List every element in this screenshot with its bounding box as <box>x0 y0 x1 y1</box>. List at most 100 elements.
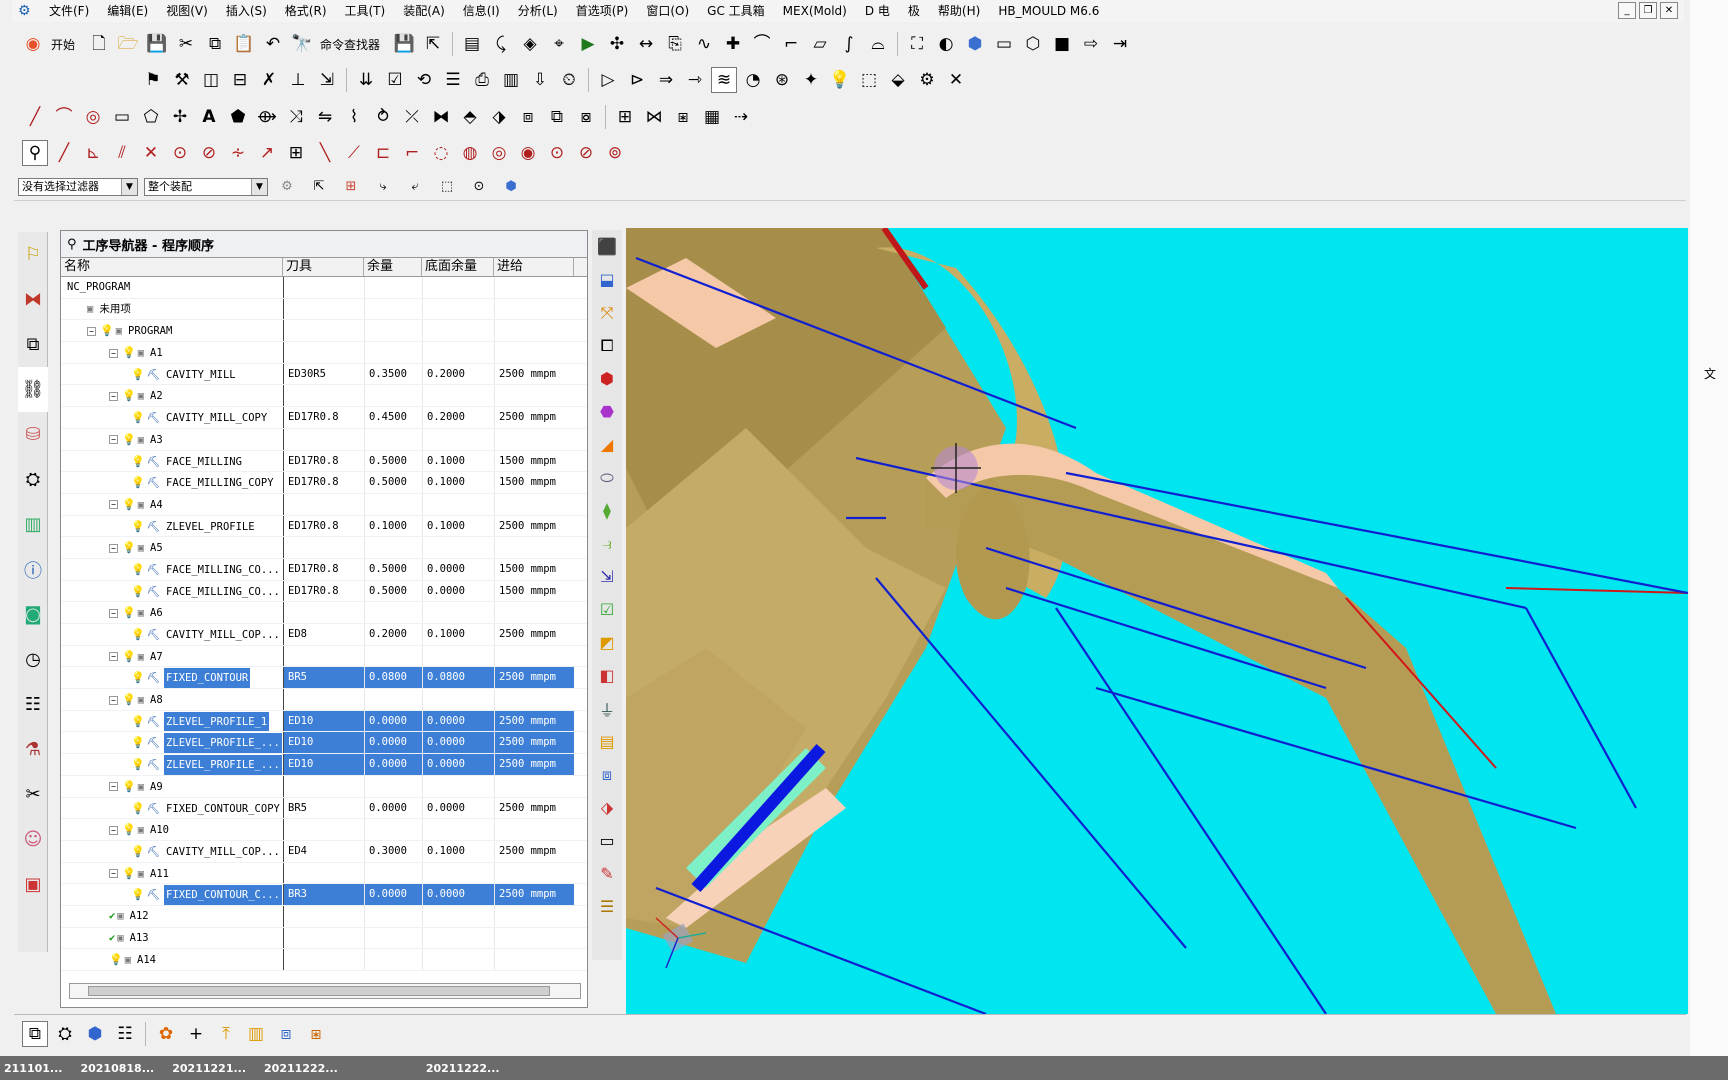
graphics-viewport[interactable] <box>626 228 1688 1014</box>
menu-hb-mould[interactable]: HB_MOULD M6.6 <box>989 0 1108 22</box>
arc-center-icon[interactable]: ⊙ <box>167 140 193 166</box>
navigator-row[interactable]: 💡 ⛏ FACE_MILLING_CO... ED17R0.8 0.5000 0.0000… <box>61 580 587 603</box>
mirror-icon[interactable]: ⇋ <box>312 104 338 130</box>
start-button[interactable]: 开始 <box>51 36 75 53</box>
navigator-row[interactable]: − 💡 ▣ A11 <box>61 862 587 885</box>
fillet-icon[interactable]: ⌒ <box>749 31 775 57</box>
navigator-row[interactable]: 💡 ⛏ CAVITY_MILL ED30R5 0.3500 0.2000 2500 mmpm <box>61 363 587 386</box>
shaded-cube-icon[interactable]: ⬢ <box>962 31 988 57</box>
drill-icon[interactable]: ⊛ <box>769 67 795 93</box>
column-header-name[interactable]: 名称 <box>61 258 283 276</box>
save-icon[interactable]: 💾 <box>144 31 170 57</box>
stock-icon[interactable]: ⬙ <box>885 67 911 93</box>
collapse-toggle-icon[interactable]: − <box>109 543 118 553</box>
menu-format[interactable]: 格式(R) <box>276 0 336 22</box>
join-icon[interactable]: ⧓ <box>428 104 454 130</box>
tool-holder-icon[interactable]: ⊥ <box>285 67 311 93</box>
circle-snap-7-icon[interactable]: ⊚ <box>602 140 628 166</box>
add-icon[interactable]: + <box>183 1021 209 1047</box>
fit-view-icon[interactable]: ⛶ <box>904 31 930 57</box>
analysis-icon[interactable]: ⌖ <box>546 31 572 57</box>
wedge-icon[interactable]: ◢ <box>592 428 622 461</box>
navigator-row[interactable]: 💡 ⛏ FACE_MILLING_CO... ED17R0.8 0.5000 0.0000… <box>61 558 587 581</box>
settings-icon[interactable]: ⚙ <box>914 67 940 93</box>
tangent-icon[interactable]: ╲ <box>312 140 338 166</box>
check-geometry-icon[interactable]: ☑ <box>592 593 622 626</box>
navigator-row[interactable]: − 💡 ▣ A4 <box>61 493 587 516</box>
snap-toggle-icon[interactable]: ⚲ <box>22 140 48 166</box>
filter-reset-icon[interactable]: ⚙ <box>274 174 300 200</box>
menu-mex-mold[interactable]: MEX(Mold) <box>774 0 856 22</box>
trim-icon[interactable]: ✚ <box>720 31 746 57</box>
display-path-icon[interactable]: ▷ <box>595 67 621 93</box>
book-icon[interactable]: ▥ <box>243 1021 269 1047</box>
collapse-toggle-icon[interactable]: − <box>109 652 118 662</box>
body-icon[interactable]: ⬢ <box>498 174 524 200</box>
navigator-row[interactable]: − 💡 ▣ A5 <box>61 537 587 559</box>
split-icon[interactable]: ⧇ <box>573 104 599 130</box>
menu-help[interactable]: 帮助(H) <box>929 0 989 22</box>
contour-icon[interactable]: ◔ <box>740 67 766 93</box>
blocks-icon[interactable]: ⧆ <box>670 104 696 130</box>
collapse-toggle-icon[interactable]: − <box>109 782 118 792</box>
red-body-icon[interactable]: ⬢ <box>592 362 622 395</box>
sheet-icon[interactable]: ▱ <box>807 31 833 57</box>
blank-block-icon[interactable]: ⬓ <box>592 263 622 296</box>
horizontal-scrollbar[interactable] <box>69 983 581 999</box>
user-roles-icon[interactable]: ☺ <box>18 817 48 862</box>
section-icon[interactable]: ⎘ <box>662 31 688 57</box>
hook-icon[interactable]: ⥽ <box>592 527 622 560</box>
orient-view-icon[interactable]: ⬡ <box>1020 31 1046 57</box>
generate-path-icon[interactable]: ⇊ <box>353 67 379 93</box>
rectangle-select-icon[interactable]: ⬚ <box>434 174 460 200</box>
shop-doc-icon[interactable]: ▥ <box>498 67 524 93</box>
navigator-row[interactable]: NC_PROGRAM <box>61 277 587 299</box>
navigator-row[interactable]: 💡 ⛏ ZLEVEL_PROFILE_... ED10 0.0000 0.0000 2500… <box>61 754 587 776</box>
selection-icon[interactable]: ⇱ <box>420 31 446 57</box>
network-icon[interactable]: ⋈ <box>641 104 667 130</box>
replay-icon[interactable]: ⟲ <box>411 67 437 93</box>
edit-icon[interactable]: ✎ <box>592 857 622 890</box>
assembly-navigator-icon[interactable]: ⚐ <box>18 232 48 277</box>
method-view-icon[interactable]: ☷ <box>112 1021 138 1047</box>
collapse-toggle-icon[interactable]: − <box>109 348 118 358</box>
machine-tool-navigator-icon[interactable]: ⛁ <box>18 412 48 457</box>
cancel-icon[interactable]: ✕ <box>943 67 969 93</box>
project-icon[interactable]: ⤨ <box>283 104 309 130</box>
circle-snap-icon[interactable]: ◌ <box>428 140 454 166</box>
bridge-icon[interactable]: ⌇ <box>341 104 367 130</box>
geometry-view-icon[interactable]: ⬢ <box>82 1021 108 1047</box>
collapse-toggle-icon[interactable]: − <box>109 435 118 445</box>
grid-snap-icon[interactable]: ⊞ <box>283 140 309 166</box>
extract-icon[interactable]: ⬘ <box>457 104 483 130</box>
collapse-toggle-icon[interactable]: − <box>109 391 118 401</box>
menu-view[interactable]: 视图(V) <box>157 0 217 22</box>
section-view-icon[interactable]: ◧ <box>592 659 622 692</box>
rectangle-icon[interactable]: ▭ <box>109 104 135 130</box>
part-navigator-icon[interactable]: ⧉ <box>18 322 48 367</box>
cut-icon[interactable]: ✂ <box>173 31 199 57</box>
circle-snap-3-icon[interactable]: ◎ <box>486 140 512 166</box>
snap-arrow-icon[interactable]: ⇱ <box>306 174 332 200</box>
drawing-icon[interactable]: ▭ <box>592 824 622 857</box>
pentagon-icon[interactable]: ⬟ <box>225 104 251 130</box>
helix-icon[interactable]: ⥁ <box>370 104 396 130</box>
time-icon[interactable]: ⏲ <box>556 67 582 93</box>
bisector-icon[interactable]: ⟋ <box>341 140 367 166</box>
machine-tool-view-icon[interactable]: ⛭ <box>52 1021 78 1047</box>
pointer-icon[interactable]: ⇾ <box>682 67 708 93</box>
command-finder-button[interactable]: 命令查找器 <box>320 36 380 53</box>
system-materials-icon[interactable]: ✂ <box>18 772 48 817</box>
menu-tools[interactable]: 工具(T) <box>336 0 395 22</box>
black-square-icon[interactable]: ■ <box>1049 31 1075 57</box>
play-icon[interactable]: ▶ <box>575 31 601 57</box>
circle-snap-4-icon[interactable]: ◉ <box>515 140 541 166</box>
verify-path-icon[interactable]: ☑ <box>382 67 408 93</box>
exploded-icon[interactable]: ⬗ <box>592 791 622 824</box>
cut-region-icon[interactable]: ⬚ <box>856 67 882 93</box>
feeds-icon[interactable]: ⇲ <box>314 67 340 93</box>
collapse-toggle-icon[interactable]: − <box>109 695 118 705</box>
chart-icon[interactable]: ▦ <box>699 104 725 130</box>
layout-icon[interactable]: ⤒ <box>213 1021 239 1047</box>
collapse-toggle-icon[interactable]: − <box>109 500 118 510</box>
